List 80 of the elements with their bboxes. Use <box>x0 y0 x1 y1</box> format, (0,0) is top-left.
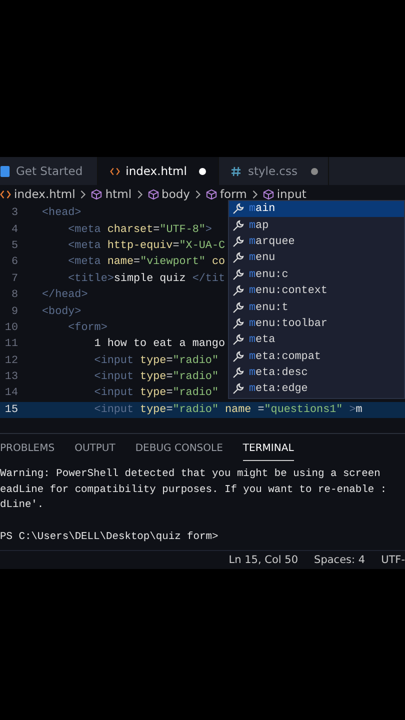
breadcrumb-item[interactable]: form <box>220 187 247 201</box>
code-line: <input type="radio" <box>93 387 218 400</box>
panel-tab[interactable]: DEBUG CONSOLE <box>135 443 223 460</box>
terminal-line: PS C:\Users\DELL\Desktop\quiz form> <box>0 530 218 543</box>
wrench-icon <box>232 252 244 264</box>
modified-dot <box>310 168 318 174</box>
modified-dot <box>198 168 206 174</box>
code-line: <body> <box>42 306 82 318</box>
code-line: <input type="radio" name ="questions1" >m <box>93 404 362 416</box>
status-item[interactable]: UTF- <box>381 554 405 566</box>
code-line: <head> <box>42 207 82 220</box>
line-number: 5 <box>10 240 18 252</box>
wrench-icon <box>232 203 244 216</box>
chevron-icon <box>252 190 258 198</box>
line-number: 9 <box>10 306 18 318</box>
suggestion-item[interactable]: menu:t <box>229 299 404 316</box>
code-line: <form> <box>67 322 108 334</box>
suggestion-item[interactable]: menu:c <box>229 266 404 283</box>
wrench-icon <box>232 268 244 281</box>
line-number: 14 <box>4 387 18 400</box>
hash-icon <box>230 166 241 176</box>
breadcrumb-item[interactable]: html <box>105 187 132 201</box>
cube-icon <box>206 188 217 200</box>
suggestion-item[interactable]: meta:compat <box>229 348 404 365</box>
line-number: 12 <box>4 354 18 367</box>
terminal-line: Warning: PowerShell detected that you might be using a screen <box>0 468 380 480</box>
wrench-icon <box>232 350 244 363</box>
breadcrumb-item[interactable]: index.html <box>14 187 76 201</box>
breadcrumb-item[interactable]: body <box>162 187 190 201</box>
code-line: </head> <box>42 289 88 302</box>
chevron-icon <box>136 190 143 198</box>
status-item[interactable]: Ln 15, Col 50 <box>228 554 298 566</box>
line-number: 15 <box>4 404 18 416</box>
suggestion-item[interactable]: menu:toolbar <box>229 316 404 332</box>
line-number: 11 <box>4 338 18 350</box>
wrench-icon <box>232 383 244 396</box>
line-number: 7 <box>10 272 18 285</box>
line-number: 4 <box>10 224 18 236</box>
line-number: 6 <box>10 256 18 268</box>
code-line: <input type="radio" <box>93 371 218 384</box>
line-number: 8 <box>10 289 18 302</box>
wrench-icon <box>232 302 244 314</box>
chevron-icon <box>80 190 86 198</box>
line-number: 13 <box>4 371 18 384</box>
code-brackets-icon <box>0 188 11 200</box>
code-line: 1 how to eat a mango <box>93 338 225 350</box>
terminal-line: eadLine for compatibility purposes. If you want to re-enable : <box>0 484 387 496</box>
code-line: <meta charset="UTF-8"> <box>67 224 212 236</box>
line-number: 3 <box>10 207 18 220</box>
wrench-icon <box>232 220 244 232</box>
suggestion-item[interactable]: meta:desc <box>229 364 404 382</box>
wrench-icon <box>232 318 244 330</box>
code-line: <meta name="viewport" co <box>67 256 226 268</box>
code-line: <title>simple quiz </tit <box>67 272 226 285</box>
breadcrumb-item[interactable]: input <box>276 187 306 201</box>
suggestion-item[interactable]: meta:edge <box>229 381 404 398</box>
editor-tab[interactable]: index.html <box>98 157 219 185</box>
suggestion-item[interactable]: main <box>229 201 404 218</box>
line-number: 10 <box>4 322 18 334</box>
code-line: <meta http-equiv="X-UA-C <box>67 240 226 252</box>
suggestion-item[interactable]: marquee <box>229 234 404 250</box>
wrench-icon <box>232 285 244 298</box>
wrench-icon <box>232 334 244 346</box>
code-line: <input type="radio" <box>93 354 218 367</box>
cube-icon <box>91 188 102 200</box>
suggestion-item[interactable]: menu <box>229 250 404 267</box>
suggestion-item[interactable]: meta <box>229 332 404 349</box>
panel-tab[interactable]: OUTPUT <box>74 443 116 460</box>
panel-tab[interactable]: PROBLEMS <box>0 443 55 460</box>
terminal-line: dLine'. <box>0 499 44 512</box>
suggestion-item[interactable]: menu:context <box>229 282 404 300</box>
panel-tab[interactable]: TERMINAL <box>242 443 294 461</box>
code-brackets-icon <box>110 166 120 176</box>
cube-icon <box>148 188 159 200</box>
status-item[interactable]: Spaces: 4 <box>314 554 366 566</box>
wrench-icon <box>232 236 244 248</box>
wrench-icon <box>232 367 244 380</box>
suggestion-item[interactable]: map <box>229 217 404 234</box>
cube-icon <box>262 188 274 200</box>
chevron-icon <box>194 190 201 198</box>
